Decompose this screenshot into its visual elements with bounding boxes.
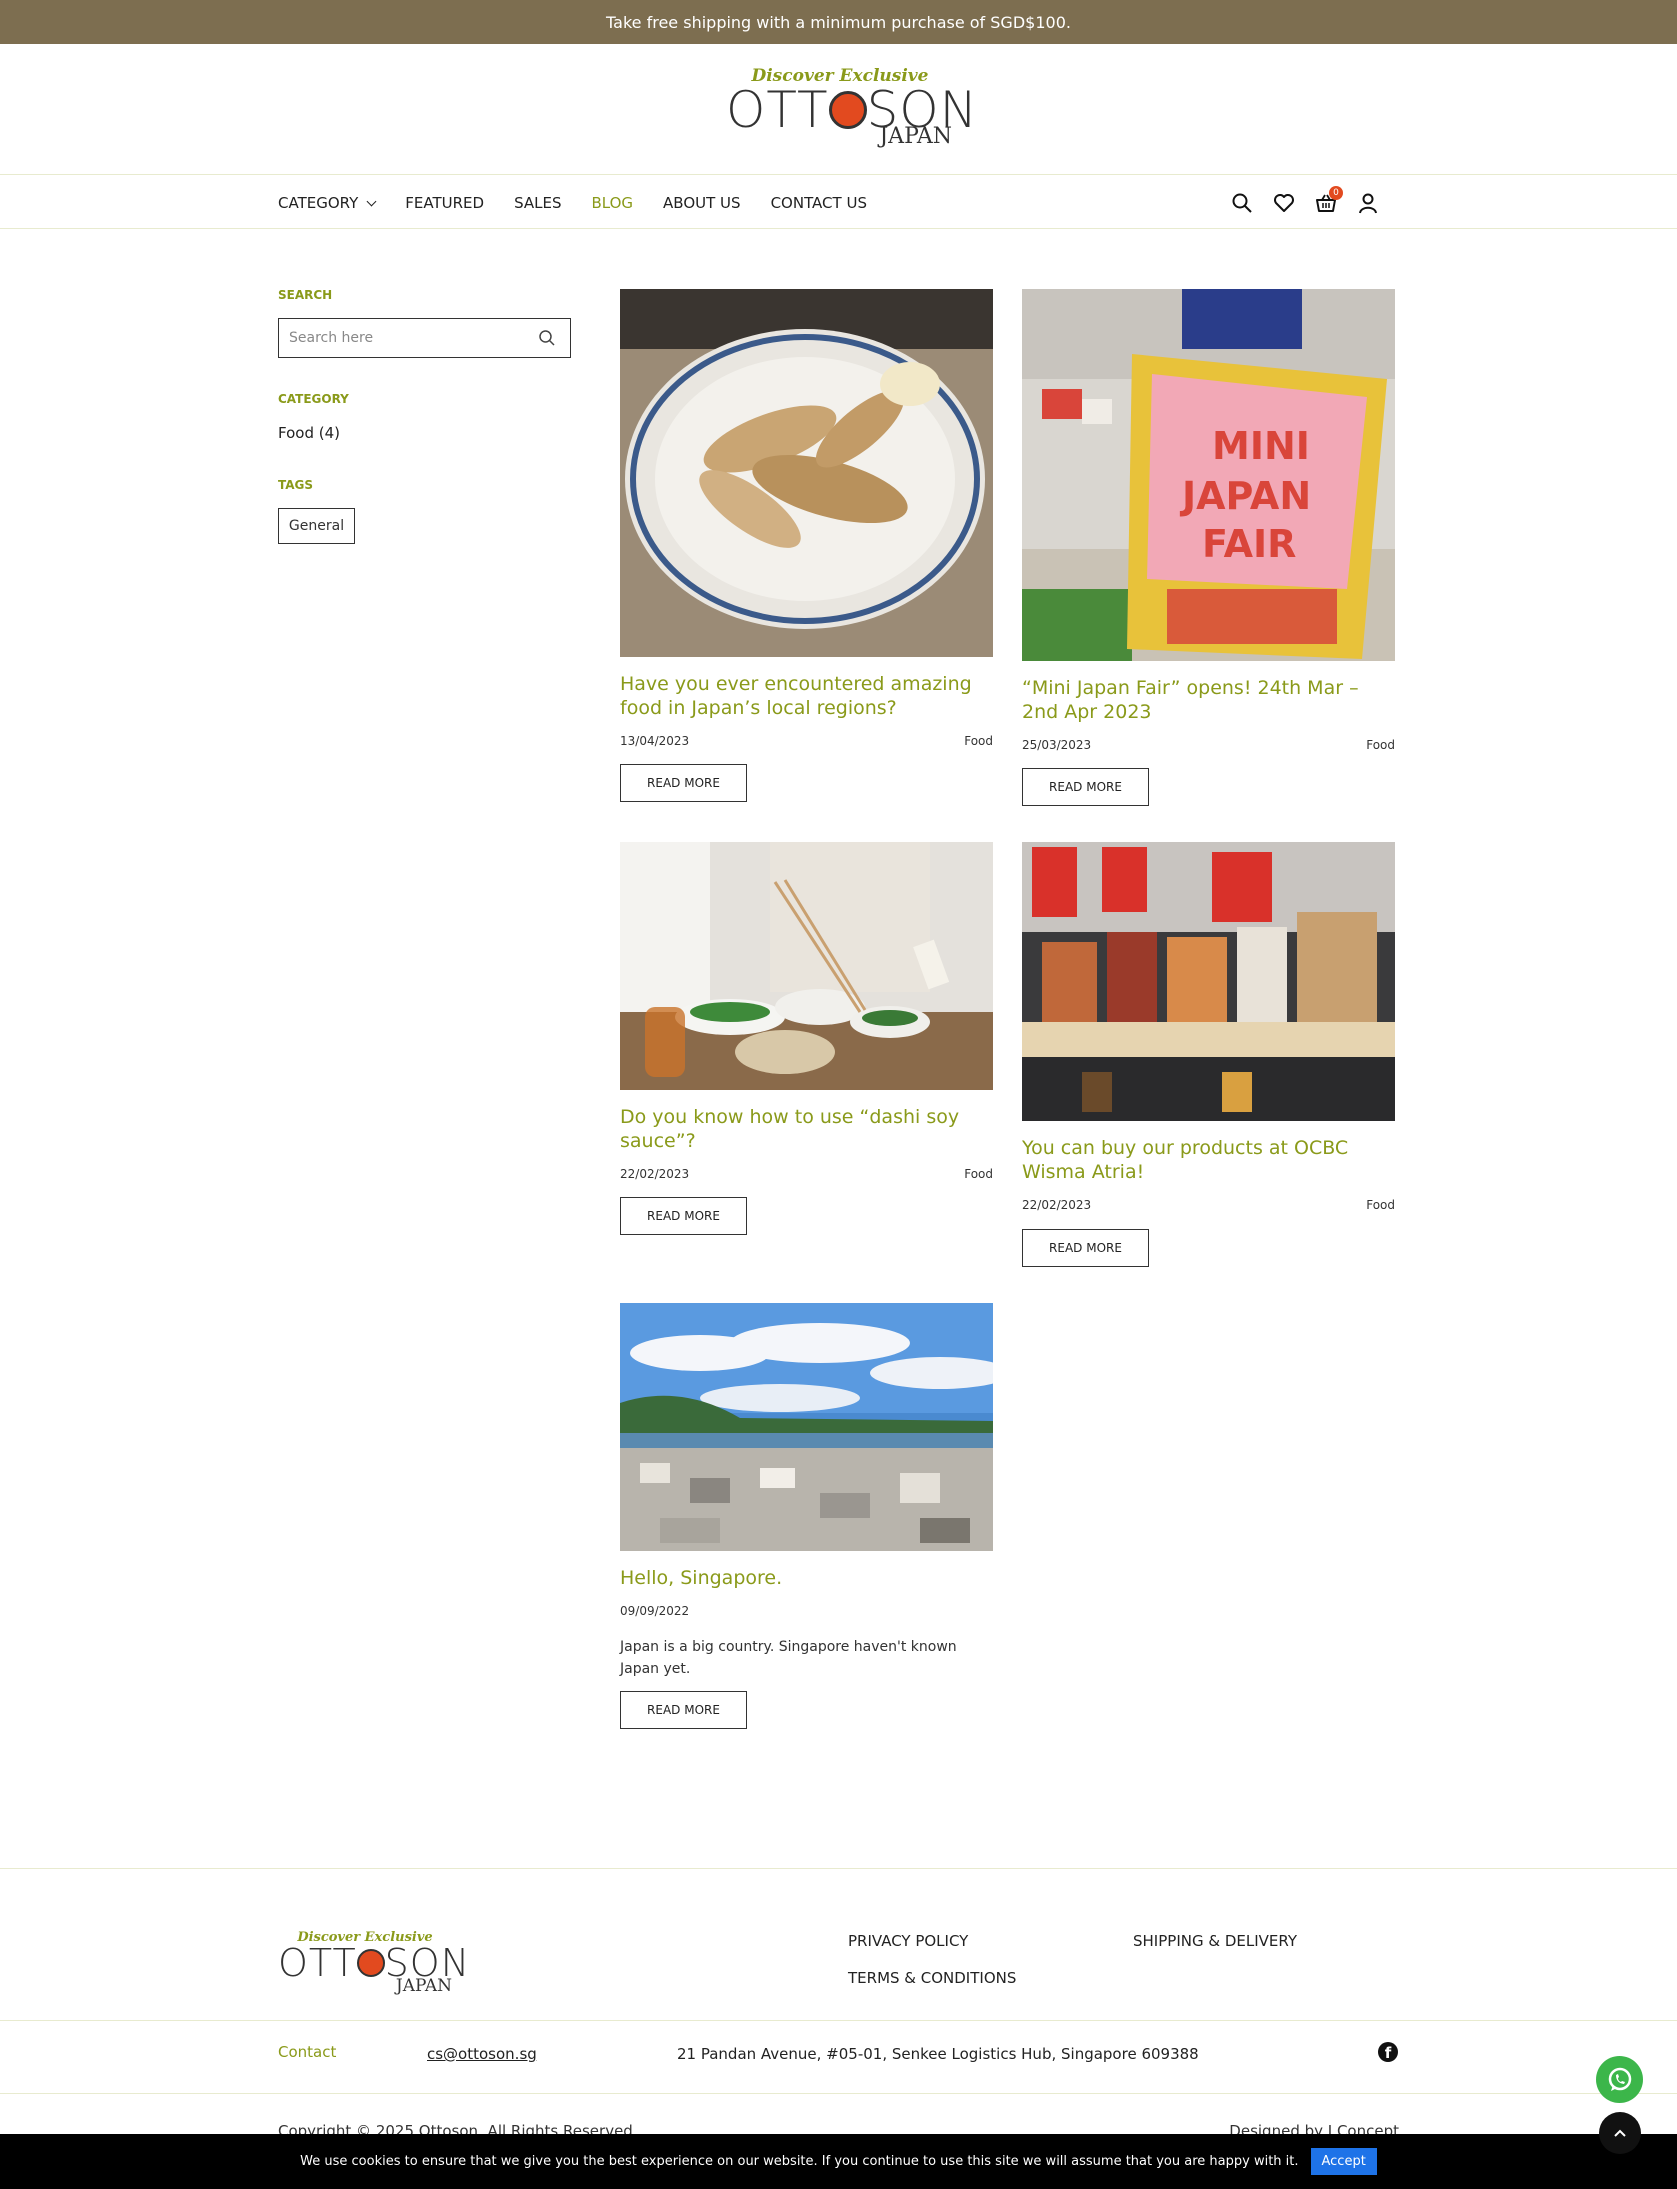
cookie-message: We use cookies to ensure that we give yo…: [300, 2154, 1299, 2169]
post-category[interactable]: Food: [1302, 738, 1395, 752]
fair-sign-line1: MINI: [1212, 424, 1310, 468]
post-title[interactable]: Hello, Singapore.: [620, 1566, 993, 1590]
sidebar-category-heading: CATEGORY: [278, 392, 349, 406]
nav-category-label: CATEGORY: [278, 193, 359, 212]
post-date: 25/03/2023: [1022, 738, 1092, 752]
read-more-button[interactable]: READ MORE: [620, 1197, 747, 1235]
sidebar-search-box: [278, 318, 571, 358]
post-image-hello-singapore[interactable]: [620, 1303, 993, 1551]
chevron-down-icon: [366, 196, 377, 206]
sidebar-category-food[interactable]: Food (4): [278, 424, 340, 442]
post-title[interactable]: You can buy our products at OCBC Wisma A…: [1022, 1136, 1395, 1184]
sidebar-search-heading: SEARCH: [278, 288, 333, 302]
post-image-food-bowl[interactable]: [620, 289, 993, 657]
announcement-bar: Take free shipping with a minimum purcha…: [0, 0, 1677, 44]
nav-contact-us[interactable]: CONTACT US: [771, 194, 867, 212]
post-category[interactable]: Food: [900, 734, 993, 748]
contact-email-link[interactable]: cs@ottoson.sg: [427, 2045, 537, 2063]
read-more-button[interactable]: READ MORE: [620, 764, 747, 802]
read-more-button[interactable]: READ MORE: [1022, 768, 1149, 806]
account-user-icon[interactable]: [1357, 192, 1379, 214]
fair-sign-line3: FAIR: [1202, 522, 1296, 566]
footer-link-terms-conditions[interactable]: TERMS & CONDITIONS: [848, 1969, 1016, 1987]
logo-japan: JAPAN: [395, 1976, 452, 1996]
logo-word-left: OTT: [726, 81, 829, 139]
site-logo[interactable]: Discover Exclusive OTT SON JAPAN: [726, 66, 977, 150]
search-icon[interactable]: [1231, 192, 1253, 214]
post-category[interactable]: Food: [900, 1167, 993, 1181]
tag-general[interactable]: General: [278, 508, 355, 544]
footer-contact-row: Contact cs@ottoson.sg 21 Pandan Avenue, …: [0, 2020, 1677, 2094]
footer-link-privacy-policy[interactable]: PRIVACY POLICY: [848, 1932, 968, 1950]
nav-featured[interactable]: FEATURED: [405, 194, 484, 212]
logo-sun-icon: [828, 90, 867, 129]
read-more-button[interactable]: READ MORE: [1022, 1229, 1149, 1267]
footer-top: [0, 1868, 1677, 2020]
nav-category[interactable]: CATEGORY: [278, 193, 377, 212]
whatsapp-icon: [1608, 2067, 1631, 2091]
cookie-accept-button[interactable]: Accept: [1310, 2148, 1377, 2175]
wishlist-heart-icon[interactable]: [1273, 192, 1295, 214]
post-title[interactable]: Do you know how to use “dashi soy sauce”…: [620, 1105, 993, 1153]
post-excerpt: Japan is a big country. Singapore haven'…: [620, 1639, 957, 1677]
contact-label: Contact: [278, 2043, 337, 2061]
fair-sign-line2: JAPAN: [1179, 474, 1311, 518]
post-date: 22/02/2023: [1022, 1198, 1092, 1212]
logo-sun-icon: [356, 1948, 385, 1977]
cart-count-badge: 0: [1329, 185, 1343, 200]
main-nav: CATEGORY FEATURED SALES BLOG ABOUT US CO…: [278, 175, 867, 230]
chevron-up-icon: [1614, 2129, 1626, 2137]
logo-japan: JAPAN: [879, 124, 952, 149]
sidebar-search-input[interactable]: [279, 319, 529, 356]
post-title[interactable]: Have you ever encountered amazing food i…: [620, 672, 993, 720]
cookie-consent-bar: We use cookies to ensure that we give yo…: [0, 2134, 1677, 2189]
post-image-ocbc-wisma-atria[interactable]: [1022, 842, 1395, 1121]
whatsapp-chat-button[interactable]: [1596, 2056, 1643, 2103]
post-date: 09/09/2022: [620, 1604, 690, 1618]
header-icons: 0: [1231, 175, 1379, 230]
sidebar-tags-heading: TAGS: [278, 478, 314, 492]
nav-sales[interactable]: SALES: [514, 194, 561, 212]
post-date: 22/02/2023: [620, 1167, 690, 1181]
nav-about-us[interactable]: ABOUT US: [663, 194, 741, 212]
announcement-text: Take free shipping with a minimum purcha…: [606, 12, 1071, 32]
nav-blog[interactable]: BLOG: [592, 194, 634, 212]
post-title[interactable]: “Mini Japan Fair” opens! 24th Mar – 2nd …: [1022, 676, 1395, 724]
search-icon[interactable]: [538, 329, 556, 347]
facebook-icon[interactable]: f: [1378, 2042, 1398, 2062]
post-image-mini-japan-fair[interactable]: MINI JAPAN FAIR: [1022, 289, 1395, 661]
post-category[interactable]: Food: [1302, 1198, 1395, 1212]
post-date: 13/04/2023: [620, 734, 690, 748]
footer-logo[interactable]: Discover Exclusive OTT SON JAPAN: [278, 1930, 469, 1996]
logo-word-left: OTT: [278, 1941, 357, 1985]
cart-basket-icon[interactable]: 0: [1315, 185, 1343, 214]
contact-address: 21 Pandan Avenue, #05-01, Senkee Logisti…: [677, 2045, 1199, 2063]
main-nav-bar: CATEGORY FEATURED SALES BLOG ABOUT US CO…: [0, 174, 1677, 229]
back-to-top-button[interactable]: [1599, 2112, 1641, 2154]
footer-link-shipping-delivery[interactable]: SHIPPING & DELIVERY: [1133, 1932, 1297, 1950]
post-image-dashi-soy-sauce[interactable]: [620, 842, 993, 1090]
read-more-button[interactable]: READ MORE: [620, 1691, 747, 1729]
